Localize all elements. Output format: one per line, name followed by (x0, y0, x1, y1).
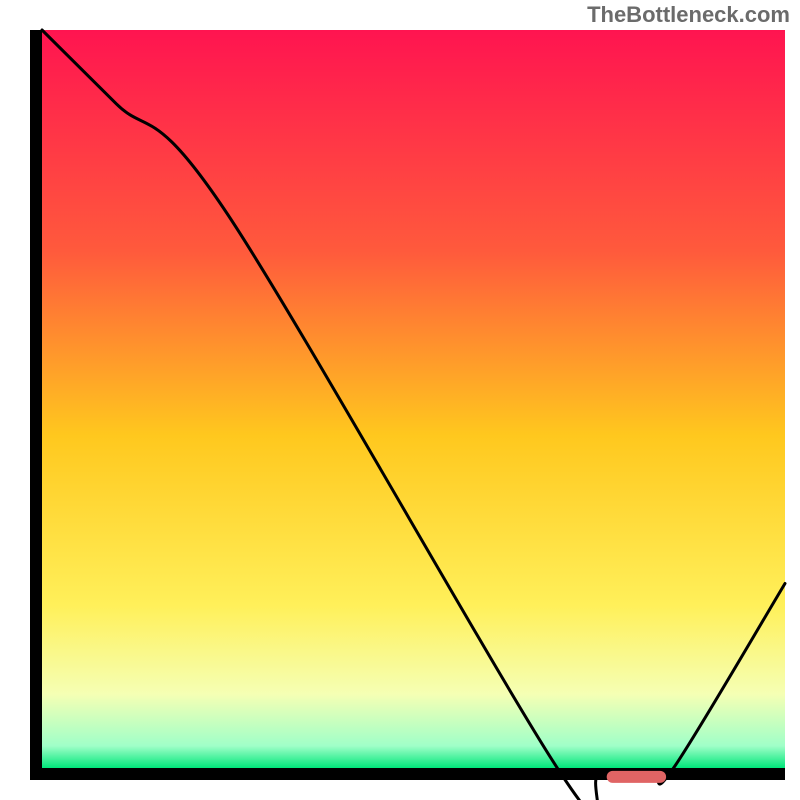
chart-frame: TheBottleneck.com (0, 0, 800, 800)
gradient-background (42, 30, 785, 768)
optimum-marker (607, 771, 666, 783)
y-axis (30, 30, 42, 780)
bottleneck-chart (0, 0, 800, 800)
watermark-text: TheBottleneck.com (587, 2, 790, 28)
